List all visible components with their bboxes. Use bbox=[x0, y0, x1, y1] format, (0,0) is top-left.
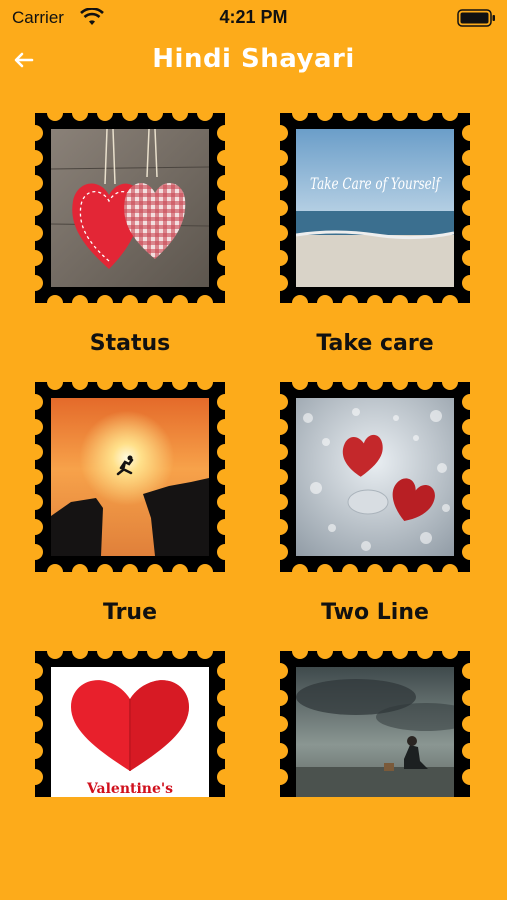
red-paper-heart-image: Valentine's bbox=[51, 667, 209, 797]
battery-icon bbox=[457, 9, 495, 27]
stamp-frame bbox=[280, 651, 470, 797]
category-label: True bbox=[102, 600, 158, 625]
page-title: Hindi Shayari bbox=[152, 44, 355, 74]
category-tile-true[interactable]: True bbox=[35, 382, 225, 625]
stamp-frame: Valentine's bbox=[35, 651, 225, 797]
status-bar: Carrier 4:21 PM bbox=[0, 0, 507, 36]
navigation-bar: Hindi Shayari bbox=[0, 36, 507, 86]
category-tile-two-line[interactable]: Two Line bbox=[280, 382, 470, 625]
image-caption-text: Take Care of Yourself bbox=[310, 174, 442, 193]
man-sitting-stormy-sky-image bbox=[296, 667, 454, 797]
stamp-frame bbox=[35, 113, 225, 303]
category-tile-status[interactable]: Status bbox=[35, 113, 225, 356]
clock: 4:21 PM bbox=[219, 7, 288, 27]
stamp-frame: Take Care of Yourself bbox=[280, 113, 470, 303]
stamp-frame bbox=[35, 382, 225, 572]
two-fabric-hearts-image bbox=[51, 129, 209, 287]
category-tile-valentines[interactable]: Valentine's bbox=[35, 651, 225, 797]
sunset-jump-image bbox=[51, 398, 209, 556]
stamp-frame bbox=[280, 382, 470, 572]
category-label: Status bbox=[89, 331, 171, 356]
category-label: Two Line bbox=[321, 600, 429, 625]
beach-take-care-image: Take Care of Yourself bbox=[296, 129, 454, 287]
category-tile-alone[interactable] bbox=[280, 651, 470, 797]
category-tile-take-care[interactable]: Take Care of Yourself Take care bbox=[280, 113, 470, 356]
category-label: Take care bbox=[316, 331, 434, 356]
glass-hearts-raindrops-image bbox=[296, 398, 454, 556]
image-caption-text: Valentine's bbox=[86, 781, 173, 797]
